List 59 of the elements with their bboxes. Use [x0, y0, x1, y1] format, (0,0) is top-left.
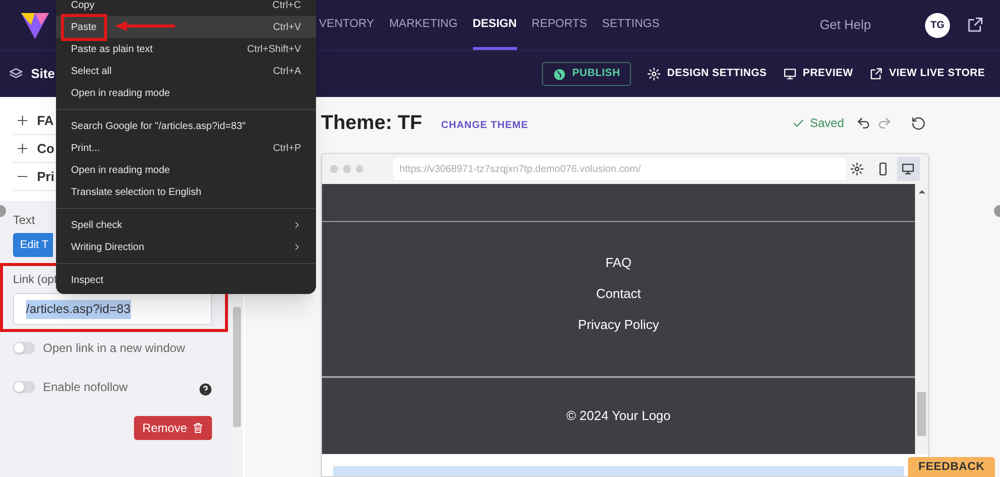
menu-item-label: Spell check: [71, 218, 122, 232]
menu-item[interactable]: Paste Ctrl+V: [56, 16, 316, 38]
shortcut-text: Ctrl+P: [272, 142, 301, 156]
menu-item[interactable]: Open in reading mode: [56, 82, 316, 104]
menu-item[interactable]: Search Google for "/articles.asp?id=83": [56, 115, 316, 137]
menu-item-label: Inspect: [71, 274, 104, 288]
footer-link[interactable]: Contact: [596, 285, 641, 303]
theme-title: Theme: TF: [321, 111, 422, 136]
menu-item[interactable]: Spell check: [56, 214, 316, 236]
link-input[interactable]: /articles.asp?id=83: [13, 293, 212, 326]
site-design-label: Site: [31, 65, 55, 84]
menu-item[interactable]: Select all Ctrl+A: [56, 60, 316, 82]
nav-tab[interactable]: REPORTS: [532, 0, 588, 50]
help-link[interactable]: Get Help: [820, 15, 871, 35]
menu-item[interactable]: Copy Ctrl+C: [56, 0, 316, 16]
shortcut-text: Ctrl+C: [272, 0, 301, 12]
field-label: Link (opt: [13, 273, 58, 288]
shortcut-text: Ctrl+Shift+V: [247, 42, 301, 56]
section-label: Pri: [37, 168, 54, 186]
menu-item[interactable]: Inspect: [56, 269, 316, 291]
copyright-text: © 2024 Your Logo: [566, 407, 671, 426]
menu-item-label: Print...: [71, 142, 100, 156]
saved-status: Saved: [792, 114, 844, 132]
menu-item-label: Open in reading mode: [71, 164, 170, 178]
section-label: FA: [37, 112, 54, 130]
menu-item[interactable]: Translate selection to English: [56, 181, 316, 203]
menu-item-label: Copy: [71, 0, 94, 12]
nav-tab[interactable]: SETTINGS: [602, 0, 660, 50]
toggle-label: Enable nofollow: [43, 378, 128, 396]
view-live-store-button[interactable]: VIEW LIVE STORE: [869, 66, 985, 82]
feedback-button[interactable]: FEEDBACK: [908, 457, 995, 477]
shortcut-text: Ctrl+V: [272, 20, 301, 34]
menu-item-label: Open in reading mode: [71, 86, 170, 100]
user-avatar[interactable]: TG: [925, 12, 950, 38]
selected-text: /articles.asp?id=83: [26, 300, 131, 319]
change-theme-link[interactable]: CHANGE THEME: [441, 118, 528, 132]
design-settings-button[interactable]: DESIGN SETTINGS: [647, 66, 767, 82]
edit-text-button[interactable]: Edit T: [13, 233, 53, 257]
menu-item-label: Search Google for "/articles.asp?id=83": [71, 120, 246, 134]
menu-item[interactable]: Print... Ctrl+P: [56, 137, 316, 159]
menu-item-label: Paste as plain text: [71, 42, 153, 56]
remove-button[interactable]: Remove: [134, 416, 212, 440]
menu-item[interactable]: Open in reading mode: [56, 159, 316, 181]
footer-link[interactable]: FAQ: [605, 254, 632, 272]
menu-item[interactable]: Writing Direction: [56, 236, 316, 258]
preview-button[interactable]: PREVIEW: [782, 66, 854, 82]
shortcut-text: Ctrl+A: [272, 64, 301, 78]
menu-item-label: Translate selection to English: [71, 186, 202, 200]
toggle-label: Open link in a new window: [43, 340, 186, 358]
menu-item-label: Paste: [71, 20, 97, 34]
menu-item-label: Writing Direction: [71, 240, 144, 254]
nav-tab[interactable]: VENTORY: [319, 0, 374, 50]
footer-link[interactable]: Privacy Policy: [578, 316, 659, 334]
publish-button[interactable]: PUBLISH: [542, 62, 632, 86]
section-label: Co: [37, 140, 54, 158]
menu-item-label: Select all: [71, 64, 112, 78]
field-label: Text: [13, 212, 36, 229]
nav-tab[interactable]: MARKETING: [389, 0, 458, 50]
menu-item[interactable]: Paste as plain text Ctrl+Shift+V: [56, 38, 316, 60]
